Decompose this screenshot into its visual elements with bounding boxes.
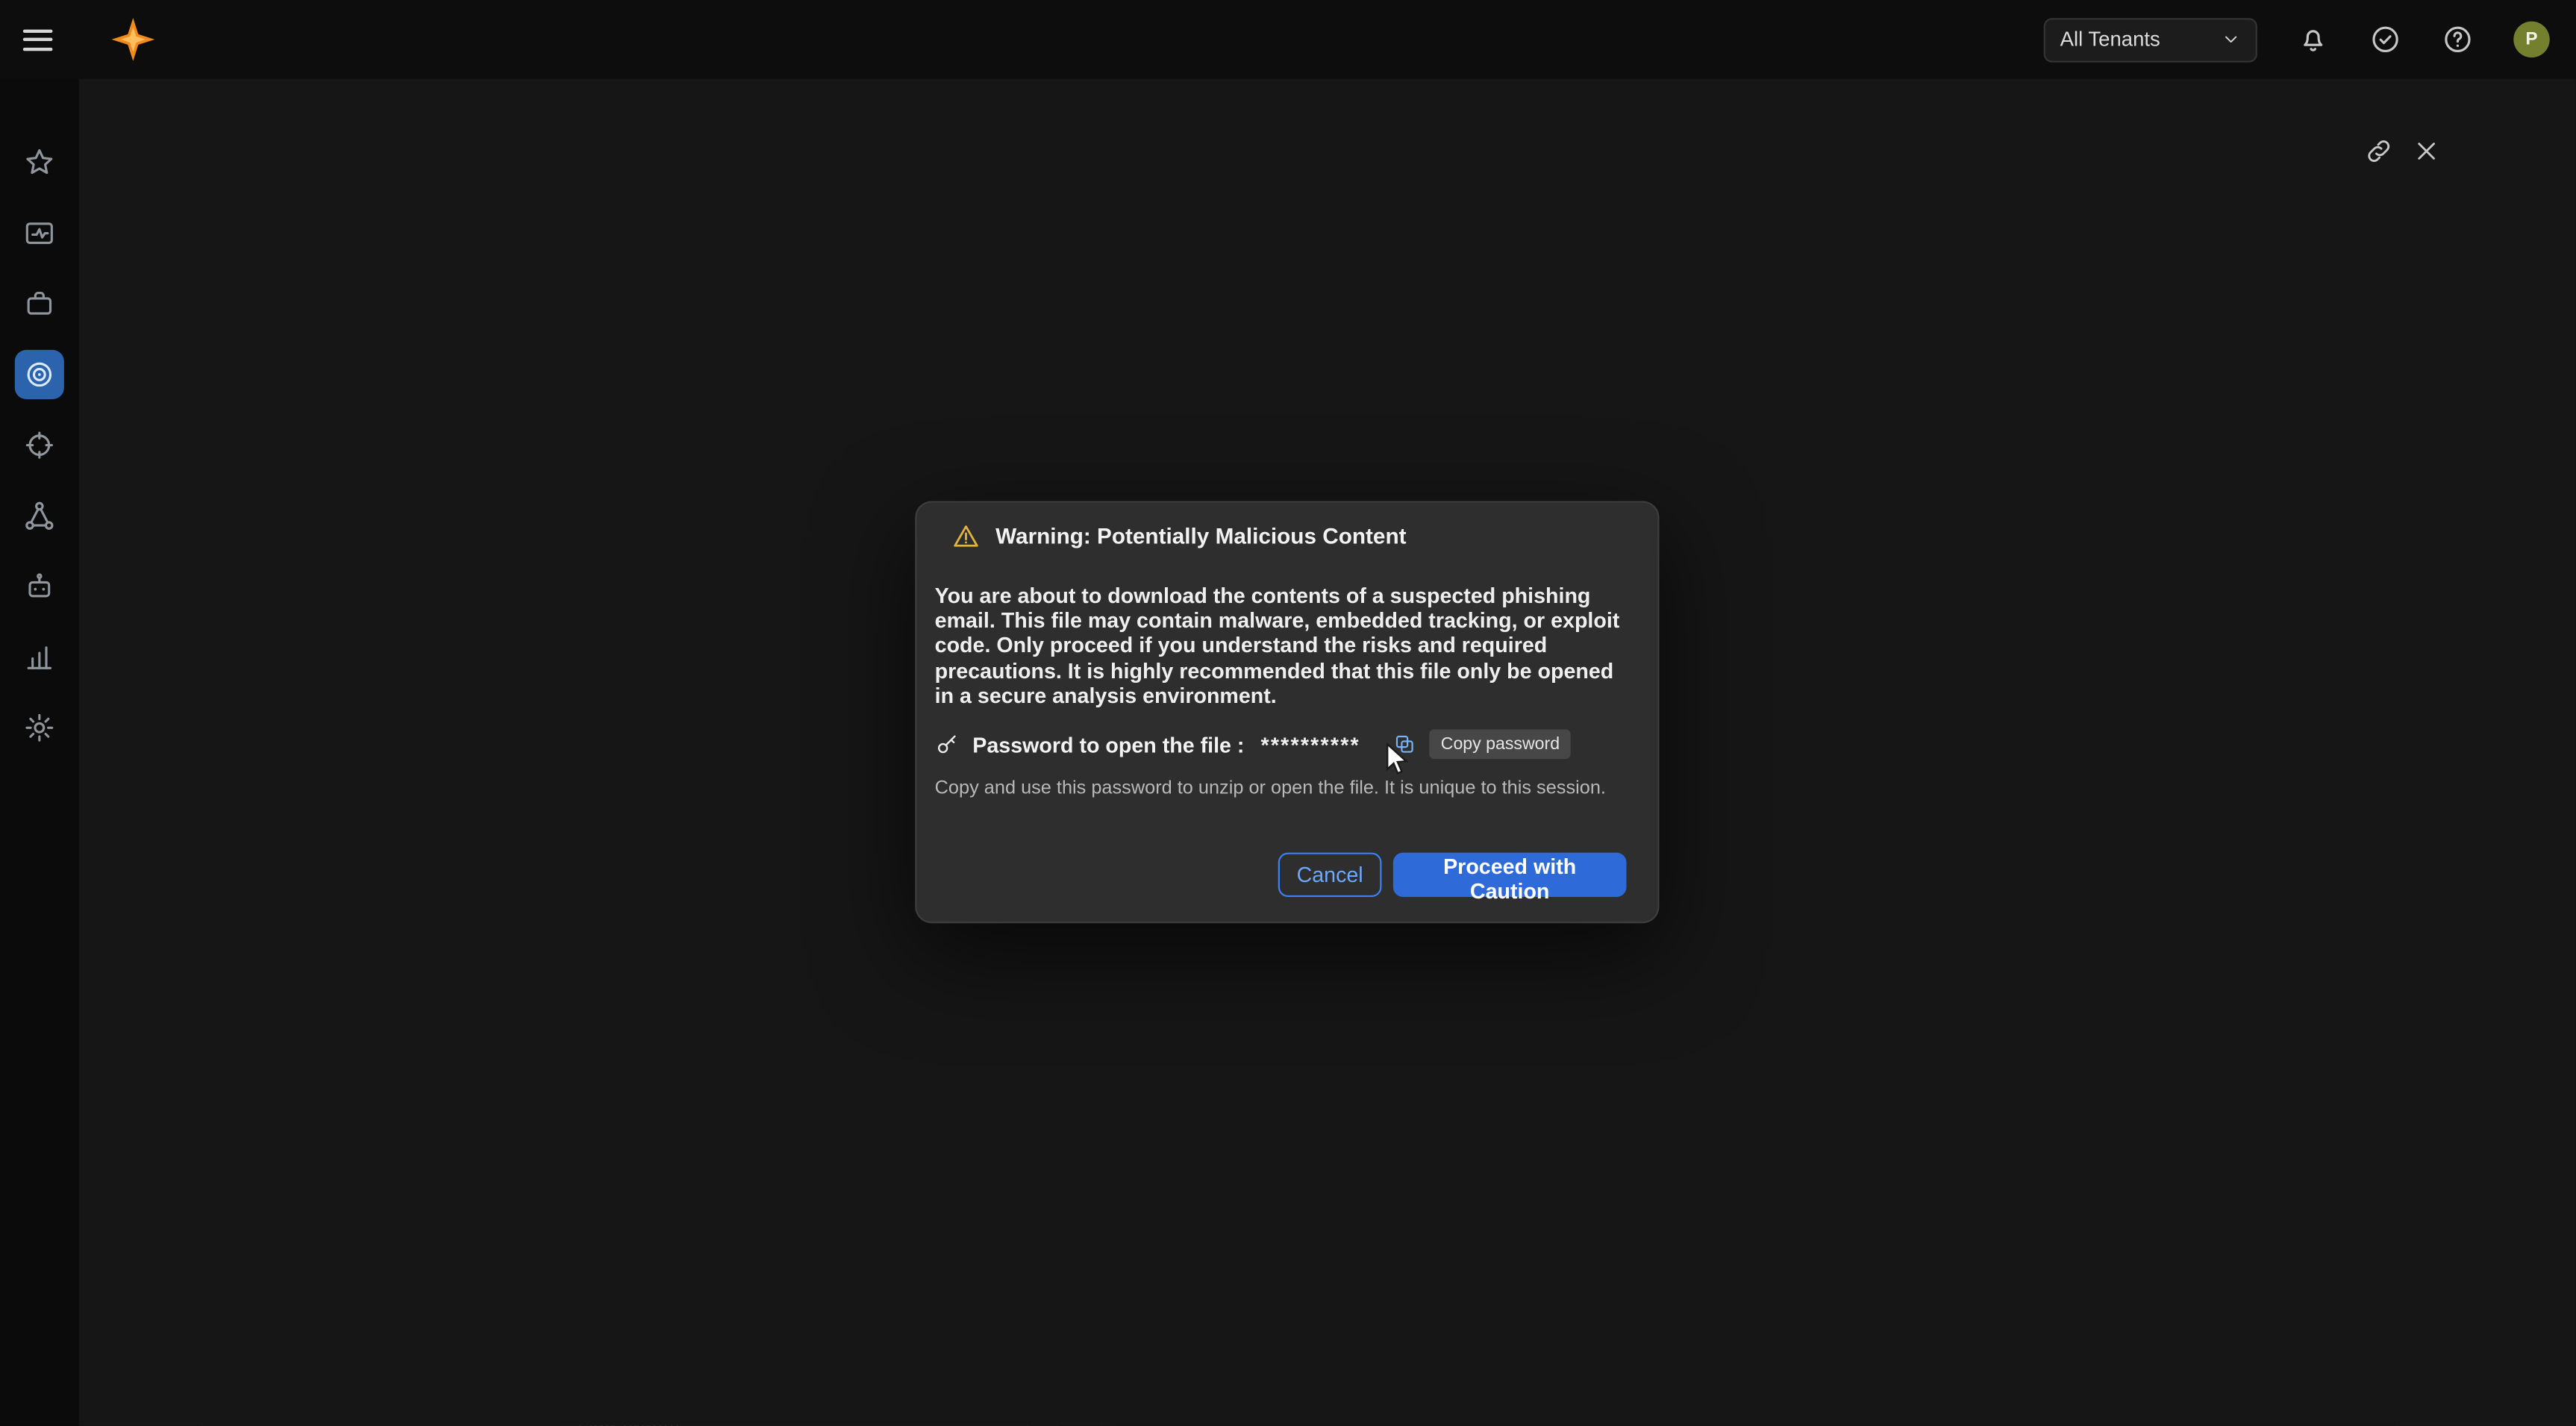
close-icon[interactable] xyxy=(2412,137,2442,166)
sidebar-item-dashboard[interactable] xyxy=(15,209,64,258)
network-graph-icon xyxy=(23,499,56,532)
tasks-check-icon[interactable] xyxy=(2369,23,2402,56)
robot-icon xyxy=(23,570,56,603)
tenant-selector[interactable]: All Tenants xyxy=(2044,17,2257,61)
topbar-actions: All Tenants P xyxy=(2044,17,2576,61)
sidebar-item-detections[interactable] xyxy=(15,350,64,399)
sidebar-item-favorites[interactable] xyxy=(15,138,64,187)
password-note: Copy and use this password to unzip or o… xyxy=(916,759,1657,798)
key-icon xyxy=(935,732,960,757)
hamburger-menu-icon[interactable] xyxy=(23,23,53,56)
app-root: All Tenants P User Reported Phishing Ema… xyxy=(0,0,2576,1426)
mouse-cursor xyxy=(1385,742,1410,777)
proceed-with-caution-button[interactable]: Proceed with Caution xyxy=(1393,853,1627,897)
sidebar-item-reports[interactable] xyxy=(15,633,64,682)
password-label: Password to open the file : xyxy=(972,732,1244,757)
sidebar-item-hunting[interactable] xyxy=(15,421,64,470)
password-row: Password to open the file : ********** C… xyxy=(916,708,1657,759)
bullseye-icon xyxy=(23,358,56,391)
sidebar-item-settings[interactable] xyxy=(15,703,64,752)
modal-body-text: You are about to download the contents o… xyxy=(916,551,1657,708)
left-nav-sidebar xyxy=(0,79,79,1426)
avatar-initial: P xyxy=(2525,30,2537,49)
notifications-bell-icon[interactable] xyxy=(2297,23,2330,56)
modal-header: Warning: Potentially Malicious Content xyxy=(916,503,1657,551)
malicious-content-warning-modal: Warning: Potentially Malicious Content Y… xyxy=(915,501,1659,923)
sidebar-item-automation[interactable] xyxy=(15,562,64,611)
password-value: ********** xyxy=(1260,732,1360,757)
modal-actions: Cancel Proceed with Caution xyxy=(1278,853,1627,897)
brand-logo-icon[interactable] xyxy=(108,15,157,64)
copy-link-icon[interactable] xyxy=(2364,137,2394,166)
dashboard-icon xyxy=(23,217,56,250)
sidebar-item-cases[interactable] xyxy=(15,279,64,328)
tenant-selector-value: All Tenants xyxy=(2060,28,2212,51)
star-icon xyxy=(23,146,56,179)
bar-chart-icon xyxy=(23,641,56,674)
user-avatar[interactable]: P xyxy=(2513,22,2549,57)
chevron-down-icon xyxy=(2221,30,2240,49)
cancel-button[interactable]: Cancel xyxy=(1278,853,1382,897)
modal-title: Warning: Potentially Malicious Content xyxy=(995,524,1406,548)
sidebar-item-correlations[interactable] xyxy=(15,491,64,540)
help-icon[interactable] xyxy=(2441,23,2474,56)
briefcase-icon xyxy=(23,287,56,320)
copy-password-tooltip[interactable]: Copy password xyxy=(1429,730,1571,760)
warning-triangle-icon xyxy=(951,522,981,550)
crosshair-icon xyxy=(23,429,56,462)
gear-icon xyxy=(23,711,56,744)
top-bar: All Tenants P xyxy=(0,0,2576,79)
